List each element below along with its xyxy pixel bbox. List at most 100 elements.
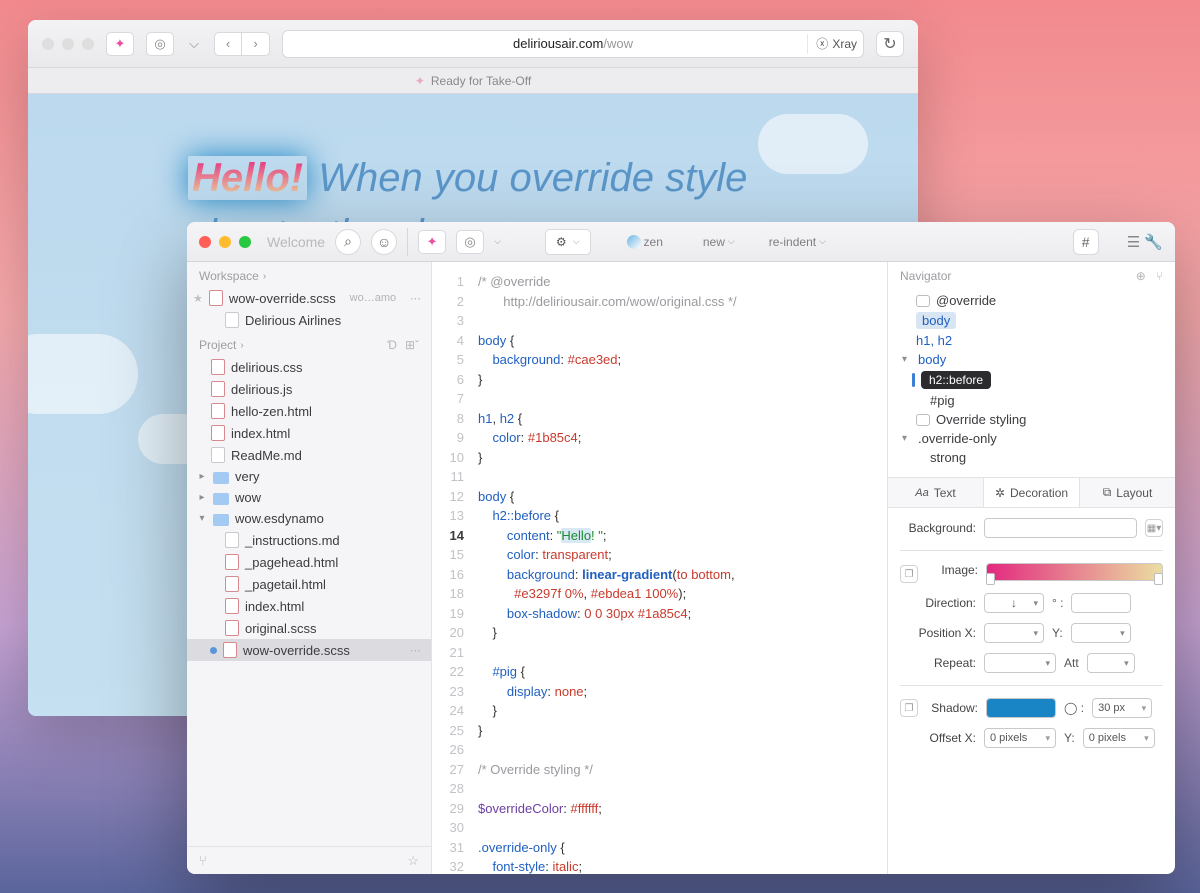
reindent-menu[interactable]: re-indent⌵ <box>769 235 826 249</box>
code-editor[interactable]: 1234567891011121314151618192021222324252… <box>432 262 887 874</box>
attachment-select[interactable] <box>1087 653 1135 673</box>
position-y-select[interactable] <box>1071 623 1131 643</box>
minimize-button[interactable] <box>219 236 231 248</box>
gradient-slider[interactable] <box>986 563 1163 581</box>
file-item[interactable]: ★wow-override.scsswo…amo⋯ <box>187 287 431 309</box>
address-bar[interactable]: deliriousair.com/wow ⓧXray <box>282 30 864 58</box>
reload-button[interactable]: ↻ <box>876 31 904 57</box>
navigator-item[interactable]: ▾.override-only <box>896 429 1167 448</box>
css-icon <box>209 290 223 306</box>
browser-menu-chevron[interactable]: ⌵ <box>186 32 202 56</box>
filter-icon[interactable]: ⑂ <box>199 853 207 868</box>
code-content[interactable]: /* @override http://deliriousair.com/wow… <box>472 262 887 874</box>
navigator-item[interactable]: body <box>896 310 1167 331</box>
position-x-select[interactable] <box>984 623 1044 643</box>
comment-icon <box>916 295 930 307</box>
degree-label: ° : <box>1052 596 1063 610</box>
gradient-stop-right[interactable] <box>1154 573 1163 585</box>
new-menu[interactable]: new⌵ <box>703 235 735 249</box>
file-item[interactable]: wow-override.scss⋯ <box>187 639 431 661</box>
workspace-section-header[interactable]: Workspace› <box>187 262 431 287</box>
star-icon[interactable]: ☆ <box>407 853 419 869</box>
settings-icon[interactable]: ☰ 🔧 <box>1127 233 1163 251</box>
shadow-color-swatch[interactable] <box>986 698 1056 718</box>
file-item[interactable]: _instructions.md <box>187 529 431 551</box>
offset-x-input[interactable]: 0 pixels▾ <box>984 728 1056 748</box>
item-menu-icon[interactable]: ⋯ <box>410 644 421 657</box>
offset-x-label: Offset X: <box>900 731 976 745</box>
traffic-lights <box>199 236 251 248</box>
repeat-select[interactable] <box>984 653 1056 673</box>
navigator-item[interactable]: h2::before <box>896 369 1167 391</box>
navigator-item[interactable]: @override <box>896 291 1167 310</box>
zen-menu[interactable]: zen <box>627 235 663 249</box>
file-item[interactable]: ▸wow <box>187 487 431 508</box>
back-button[interactable]: ‹ <box>214 32 242 56</box>
forward-button[interactable]: › <box>242 32 270 56</box>
file-name: wow-override.scss <box>229 291 336 306</box>
xray-button[interactable]: ⓧXray <box>807 34 857 54</box>
file-item[interactable]: ▸very <box>187 466 431 487</box>
rocket-icon[interactable]: ✦ <box>418 230 446 254</box>
chevron-down-icon[interactable]: ⌵ <box>494 236 501 247</box>
shadow-label: Shadow: <box>926 701 978 715</box>
file-name: Delirious Airlines <box>245 313 341 328</box>
nav-buttons: ‹ › <box>214 32 270 56</box>
browser-tab[interactable]: ✦ Ready for Take-Off <box>28 68 918 94</box>
navigator-item[interactable]: h1, h2 <box>896 331 1167 350</box>
file-item[interactable]: Delirious Airlines <box>187 309 431 331</box>
file-item[interactable]: index.html <box>187 422 431 444</box>
file-item[interactable]: ReadMe.md <box>187 444 431 466</box>
close-button[interactable] <box>199 236 211 248</box>
grid-icon[interactable]: ⊞ˇ <box>405 338 419 352</box>
file-item[interactable]: _pagetail.html <box>187 573 431 595</box>
comment-icon <box>916 414 930 426</box>
filter-icon[interactable]: ⑂ <box>1156 269 1163 283</box>
degree-input[interactable] <box>1071 593 1131 613</box>
file-item[interactable]: _pagehead.html <box>187 551 431 573</box>
editor-window: Welcome ⌕ ☺ ✦ ◎ ⌵ ⚙⌵ zen new⌵ re-indent⌵… <box>187 222 1175 874</box>
rocket-icon[interactable]: ✦ <box>106 32 134 56</box>
search-icon[interactable]: ⌕ <box>335 229 361 255</box>
add-icon[interactable]: ⊕ <box>1136 269 1146 283</box>
project-list: delirious.cssdelirious.jshello-zen.htmli… <box>187 356 431 661</box>
gear-icon: ⚙ <box>556 235 567 249</box>
navigator-item[interactable]: #pig <box>896 391 1167 410</box>
navigator-item[interactable]: strong <box>896 448 1167 467</box>
target-icon[interactable]: ◎ <box>146 32 174 56</box>
swatch-options-icon[interactable]: ▦▾ <box>1145 519 1163 537</box>
file-name: delirious.css <box>231 360 303 375</box>
url-domain: deliriousair.com <box>513 36 603 51</box>
hash-icon[interactable]: # <box>1073 229 1099 255</box>
tab-layout[interactable]: ⧉Layout <box>1080 478 1175 507</box>
tab-decoration[interactable]: ✲Decoration <box>984 478 1080 507</box>
file-item[interactable]: hello-zen.html <box>187 400 431 422</box>
smile-icon[interactable]: ☺ <box>371 229 397 255</box>
offset-y-input[interactable]: 0 pixels▾ <box>1083 728 1155 748</box>
direction-select[interactable]: ↓ <box>984 593 1044 613</box>
folder-icon <box>213 472 229 484</box>
file-item[interactable]: delirious.js <box>187 378 431 400</box>
navigator-label: body <box>918 352 946 367</box>
dynamo-icon[interactable]: Ɗ <box>387 338 397 352</box>
layer-icon[interactable]: ❐ <box>900 699 918 717</box>
layer-icon[interactable]: ❐ <box>900 565 918 583</box>
tab-text[interactable]: AaText <box>888 478 984 507</box>
gradient-stop-left[interactable] <box>986 573 995 585</box>
navigator-item[interactable]: ▾body <box>896 350 1167 369</box>
maximize-button[interactable] <box>239 236 251 248</box>
file-item[interactable]: original.scss <box>187 617 431 639</box>
editor-body: Workspace› ★wow-override.scsswo…amo⋯ Deli… <box>187 262 1175 874</box>
file-item[interactable]: ▾wow.esdynamo <box>187 508 431 529</box>
navigator-item[interactable]: Override styling <box>896 410 1167 429</box>
project-section-header[interactable]: Project› Ɗ⊞ˇ <box>187 331 431 356</box>
item-menu-icon[interactable]: ⋯ <box>410 292 421 305</box>
line-gutter: 1234567891011121314151618192021222324252… <box>432 262 472 874</box>
background-swatch[interactable] <box>984 518 1137 538</box>
target-icon[interactable]: ◎ <box>456 230 484 254</box>
gear-menu[interactable]: ⚙⌵ <box>545 229 591 255</box>
shadow-blur-input[interactable]: 30 px▾ <box>1092 698 1152 718</box>
css-icon <box>223 642 237 658</box>
file-item[interactable]: delirious.css <box>187 356 431 378</box>
file-item[interactable]: index.html <box>187 595 431 617</box>
